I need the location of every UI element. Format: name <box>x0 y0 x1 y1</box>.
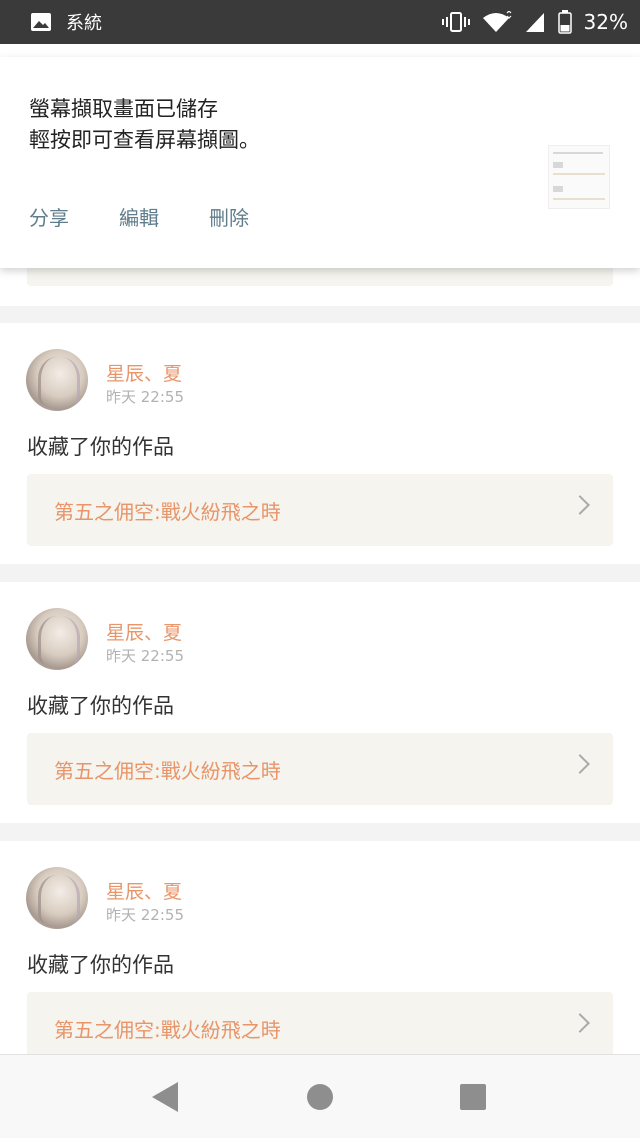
avatar[interactable] <box>26 608 88 670</box>
timestamp: 昨天 22:55 <box>106 906 184 924</box>
status-app-label: 系統 <box>66 13 102 34</box>
delete-button[interactable]: 刪除 <box>209 202 249 231</box>
image-icon <box>31 13 51 31</box>
work-title: 第五之佣空:戰火紛飛之時 <box>54 499 281 524</box>
feed-item[interactable]: 星辰、夏 昨天 22:55 收藏了你的作品 第五之佣空:戰火紛飛之時 <box>0 841 640 1054</box>
home-icon[interactable] <box>307 1084 333 1110</box>
share-button[interactable]: 分享 <box>29 202 69 231</box>
work-link[interactable]: 第五之佣空:戰火紛飛之時 <box>27 474 613 546</box>
vibrate-icon <box>441 12 470 32</box>
notification-actions: 分享 編輯 刪除 <box>29 202 249 231</box>
wifi-icon <box>482 11 511 32</box>
user-name[interactable]: 星辰、夏 <box>106 359 182 386</box>
activity-text: 收藏了你的作品 <box>27 694 174 718</box>
avatar[interactable] <box>26 349 88 411</box>
screenshot-thumbnail[interactable] <box>548 145 610 209</box>
timestamp: 昨天 22:55 <box>106 388 184 406</box>
work-title: 第五之佣空:戰火紛飛之時 <box>54 758 281 783</box>
notification-text: 輕按即可查看屏幕擷圖。 <box>29 128 260 152</box>
signal-icon <box>525 13 544 32</box>
chevron-right-icon <box>570 754 590 774</box>
activity-text: 收藏了你的作品 <box>27 953 174 977</box>
chevron-right-icon <box>570 495 590 515</box>
activity-text: 收藏了你的作品 <box>27 435 174 459</box>
battery-icon <box>557 10 572 34</box>
notification-title: 螢幕擷取畫面已儲存 <box>29 97 218 121</box>
screenshot-notification[interactable]: 螢幕擷取畫面已儲存 輕按即可查看屏幕擷圖。 分享 編輯 刪除 <box>0 57 640 268</box>
user-name[interactable]: 星辰、夏 <box>106 877 182 904</box>
navigation-bar <box>0 1054 640 1138</box>
recents-icon[interactable] <box>460 1084 486 1110</box>
user-name[interactable]: 星辰、夏 <box>106 618 182 645</box>
work-link[interactable]: 第五之佣空:戰火紛飛之時 <box>27 733 613 805</box>
edit-button[interactable]: 編輯 <box>119 202 159 231</box>
chevron-right-icon <box>570 1013 590 1033</box>
avatar[interactable] <box>26 867 88 929</box>
timestamp: 昨天 22:55 <box>106 647 184 665</box>
work-link[interactable]: 第五之佣空:戰火紛飛之時 <box>27 992 613 1054</box>
feed-item[interactable]: 星辰、夏 昨天 22:55 收藏了你的作品 第五之佣空:戰火紛飛之時 <box>0 582 640 823</box>
work-title: 第五之佣空:戰火紛飛之時 <box>54 1017 281 1042</box>
battery-level: 32% <box>583 10 628 34</box>
feed-item[interactable]: 星辰、夏 昨天 22:55 收藏了你的作品 第五之佣空:戰火紛飛之時 <box>0 323 640 564</box>
back-icon[interactable] <box>152 1082 178 1112</box>
status-bar: 系統 32% <box>0 0 640 44</box>
